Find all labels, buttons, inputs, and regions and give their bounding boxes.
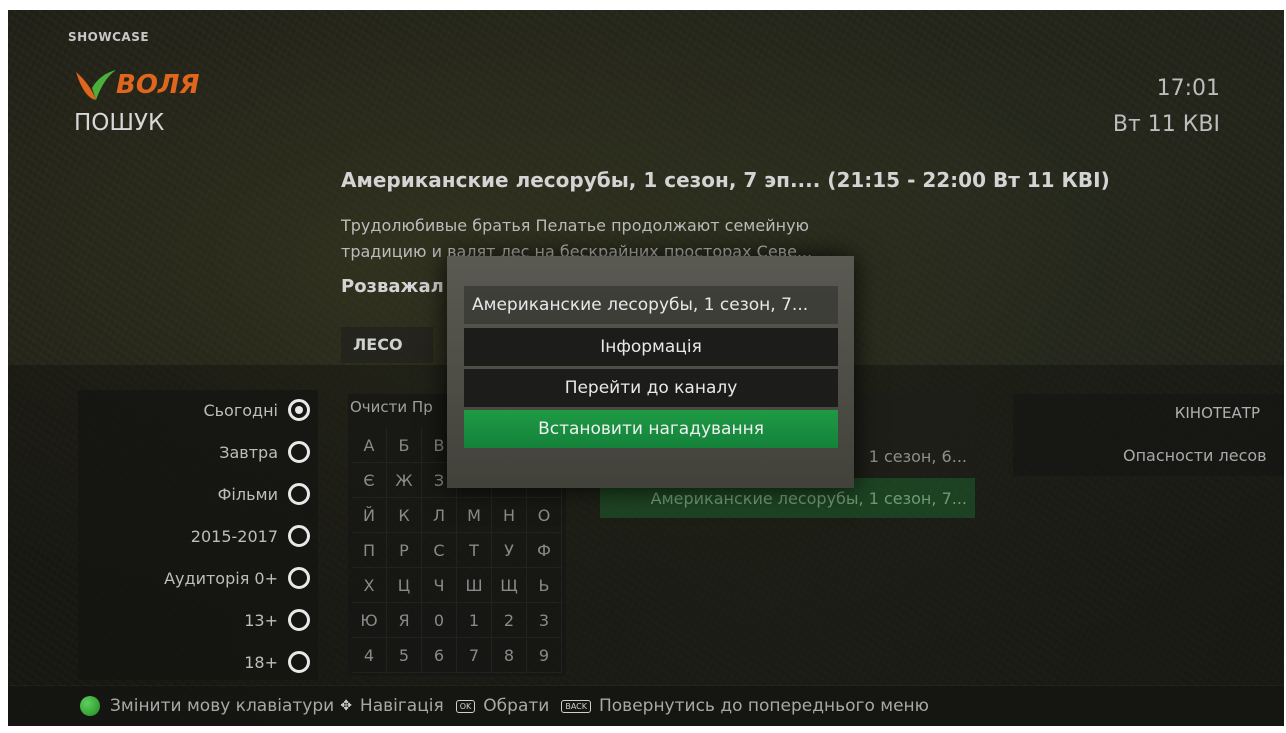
keyboard-key[interactable]: Х [352,568,387,603]
filter-today[interactable]: Сьогодні [203,394,310,426]
select-hint: Обрати [483,696,550,716]
keyboard-key[interactable]: Є [352,463,387,498]
keyboard-key[interactable]: 7 [457,638,492,673]
keyboard-key[interactable]: Б [387,428,422,463]
keyboard-key[interactable]: Щ [492,568,527,603]
filter-label: Аудиторія 0+ [164,568,278,588]
clock: 17:01 [1156,76,1220,101]
filter-label: 13+ [244,610,278,630]
description-line: Трудолюбивые братья Пелатье продолжают с… [341,216,810,235]
keyboard-key[interactable]: 2 [492,603,527,638]
cinema-panel: КІНОТЕАТР Опасности лесов [1013,394,1284,476]
filter-audience-13[interactable]: 13+ [244,604,310,636]
keyboard-key[interactable]: 8 [492,638,527,673]
keyboard-key[interactable]: М [457,498,492,533]
keyboard-key[interactable]: Л [422,498,457,533]
popup-title: Американские лесорубы, 1 сезон, 7... [464,286,838,324]
search-query: ЛЕСО [353,335,403,354]
radio-icon [288,651,310,673]
filter-label: Сьогодні [203,400,278,420]
keyboard-key[interactable]: Ю [352,603,387,638]
keyboard-key[interactable]: 5 [387,638,422,673]
tv-screen: SHOWCASE ВОЛЯ ПОШУК 17:01 Вт 11 КВІ Амер… [8,10,1284,726]
brand-name: ВОЛЯ [116,70,200,100]
back-key-icon: BACK [561,699,591,713]
info-button[interactable]: Інформація [464,328,838,366]
keyboard-key[interactable]: О [527,498,562,533]
filter-years[interactable]: 2015-2017 [191,520,310,552]
radio-icon [288,483,310,505]
filter-films[interactable]: Фільми [218,478,310,510]
set-reminder-button[interactable]: Встановити нагадування [464,410,838,448]
radio-selected-icon [288,399,310,421]
keyboard-key[interactable]: Ж [387,463,422,498]
filter-audience-18[interactable]: 18+ [244,646,310,678]
green-button-icon [80,696,100,716]
keyboard-key[interactable]: Й [352,498,387,533]
clear-button[interactable]: Очисти Пр [350,398,433,416]
keyboard-key[interactable]: Ф [527,533,562,568]
keyboard-key[interactable]: Ь [527,568,562,603]
cinema-item[interactable]: Опасности лесов [1123,446,1267,465]
date: Вт 11 КВІ [1112,112,1220,137]
keyboard-key[interactable]: А [352,428,387,463]
filter-list: Сьогодні Завтра Фільми 2015-2017 Аудитор… [78,390,318,680]
program-title: Американские лесорубы, 1 сезон, 7 эп....… [341,168,1110,192]
change-language-hint: Змінити мову клавіатури [110,696,335,716]
radio-icon [288,525,310,547]
filter-tomorrow[interactable]: Завтра [219,436,310,468]
keyboard-key[interactable]: Ш [457,568,492,603]
keyboard-key[interactable]: 6 [422,638,457,673]
context-menu-popup: Американские лесорубы, 1 сезон, 7... Інф… [447,256,854,488]
program-genre: Розважал [341,276,444,297]
keyboard-key[interactable]: Т [457,533,492,568]
ok-key-icon: OK [455,699,476,713]
navigation-arrows-icon: ✥ [340,698,352,714]
filter-label: 18+ [244,652,278,672]
filter-label: 2015-2017 [190,526,278,546]
keyboard-key[interactable]: Ц [387,568,422,603]
keyboard-key[interactable]: 0 [422,603,457,638]
go-to-channel-button[interactable]: Перейти до каналу [464,369,838,407]
back-hint: Повернутись до попереднього меню [598,696,929,716]
brand-logo-icon [76,70,116,100]
radio-icon [288,441,310,463]
keyboard-key[interactable]: П [352,533,387,568]
radio-icon [288,609,310,631]
navigation-hint: Навігація [359,696,444,716]
keyboard-key[interactable]: 1 [457,603,492,638]
keyboard-key[interactable]: 4 [352,638,387,673]
keyboard-key[interactable]: 9 [527,638,562,673]
filter-label: Завтра [219,442,278,462]
keyboard-key[interactable]: 3 [527,603,562,638]
keyboard-key[interactable]: С [422,533,457,568]
page-title: ПОШУК [74,110,165,136]
keyboard-key[interactable]: К [387,498,422,533]
keyboard-key[interactable]: Р [387,533,422,568]
filter-label: Фільми [217,484,278,504]
channel-logo: SHOWCASE [68,30,150,44]
keyboard-key[interactable]: У [492,533,527,568]
search-input[interactable]: ЛЕСО [341,327,433,363]
filter-audience-0[interactable]: Аудиторія 0+ [164,562,310,594]
footer-hints: Змінити мову клавіатури ✥ Навігація OK О… [8,686,1284,726]
keyboard-key[interactable]: Ч [422,568,457,603]
cinema-header: КІНОТЕАТР [1174,404,1260,422]
keyboard-key[interactable]: Н [492,498,527,533]
radio-icon [288,567,310,589]
keyboard-key[interactable]: Я [387,603,422,638]
